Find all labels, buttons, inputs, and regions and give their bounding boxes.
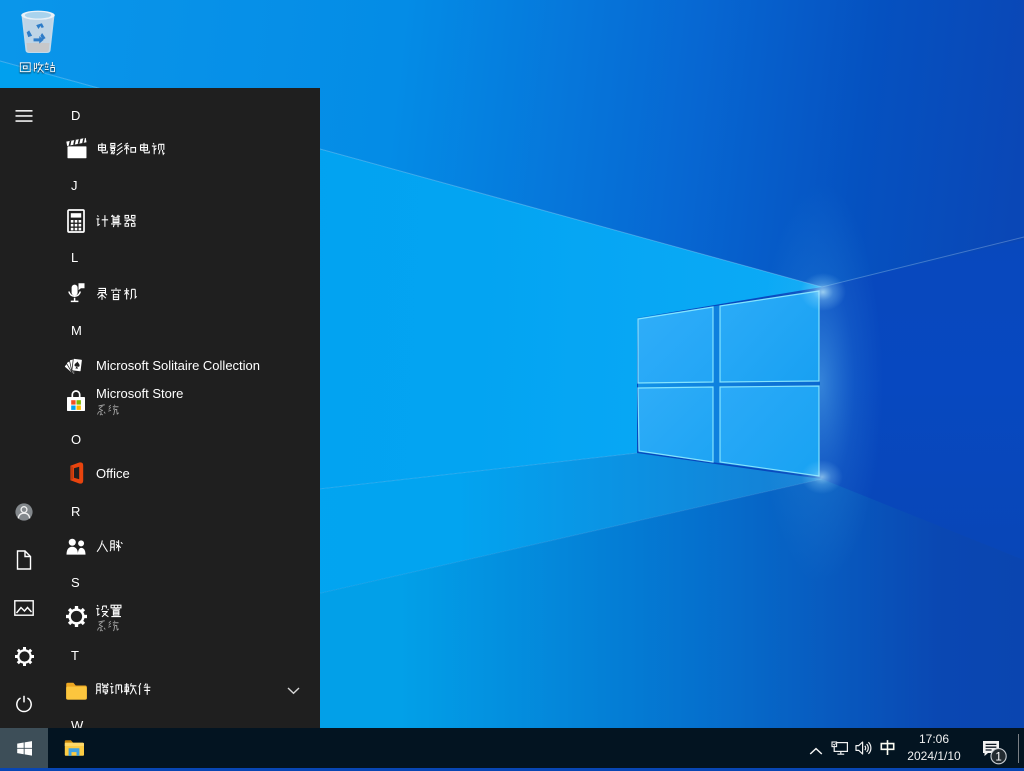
svg-text:1: 1 — [995, 751, 1001, 763]
